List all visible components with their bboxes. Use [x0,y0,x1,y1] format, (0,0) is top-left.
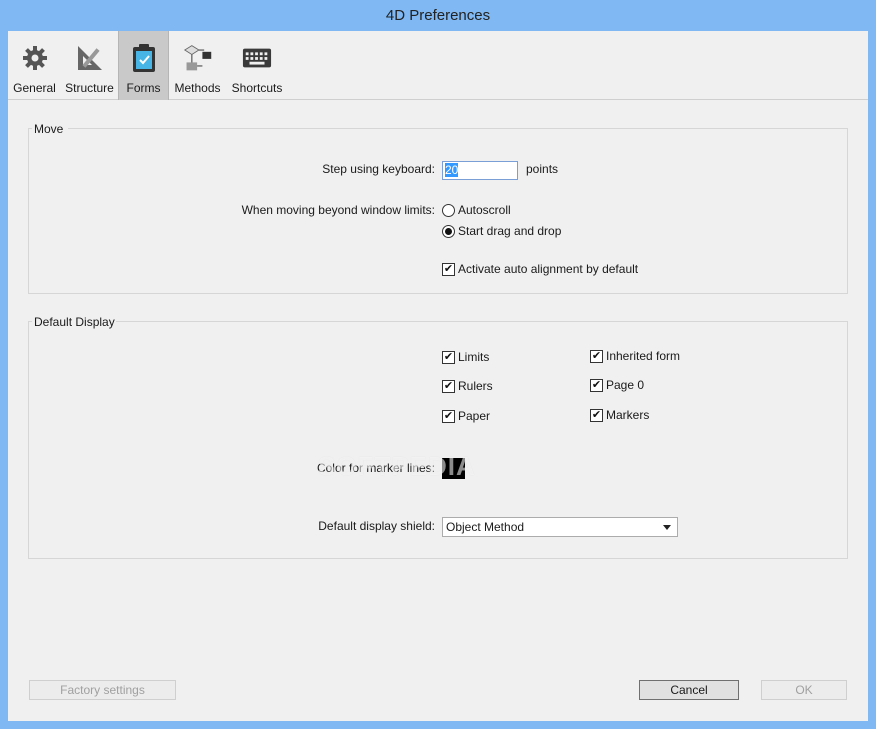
tab-structure-label: Structure [65,81,114,95]
page-0-checkbox[interactable]: ✔ [590,379,603,392]
default-display-line-right [116,321,848,322]
beyond-limits-label: When moving beyond window limits: [241,203,435,217]
auto-align-label[interactable]: Activate auto alignment by default [458,262,638,276]
category-toolbar: General Structure Forms Methods Shortcut… [8,31,868,100]
markers-label[interactable]: Markers [606,408,649,422]
step-keyboard-input[interactable]: 20 [442,161,518,180]
markers-checkbox[interactable]: ✔ [590,409,603,422]
window-client-area: General Structure Forms Methods Shortcut… [8,31,868,721]
inherited-form-label[interactable]: Inherited form [606,349,680,363]
default-display-line-left [28,321,32,322]
chevron-down-icon [663,525,671,530]
factory-settings-button[interactable]: Factory settings [29,680,176,700]
drag-drop-radio[interactable] [442,225,455,238]
display-shield-value: Object Method [446,520,525,534]
autoscroll-label[interactable]: Autoscroll [458,203,511,217]
ok-button[interactable]: OK [761,680,847,700]
clipboard-form-icon [129,43,159,73]
window-titlebar[interactable]: 4D Preferences [0,0,876,31]
default-display-group-box [28,321,848,559]
tab-methods-label: Methods [174,81,221,95]
window-title: 4D Preferences [385,7,491,24]
tab-general[interactable]: General [8,31,61,100]
tab-shortcuts-label: Shortcuts [231,81,283,95]
display-shield-dropdown[interactable]: Object Method [442,517,678,537]
autoscroll-radio[interactable] [442,204,455,217]
move-group-line-left [28,128,32,129]
move-group-line-right [68,128,848,129]
tab-methods[interactable]: Methods [169,31,226,100]
cancel-button[interactable]: Cancel [639,680,739,700]
limits-checkbox[interactable]: ✔ [442,351,455,364]
keyboard-icon [242,43,272,73]
softpedia-watermark: SOFTPEDIA [318,451,476,481]
step-keyboard-value: 20 [445,163,459,177]
paper-checkbox[interactable]: ✔ [442,410,455,423]
step-unit-label: points [526,162,559,176]
gear-icon [20,43,50,73]
flowchart-icon [183,43,213,73]
tab-forms[interactable]: Forms [118,31,169,100]
paper-label[interactable]: Paper [458,409,490,423]
display-shield-label: Default display shield: [318,519,435,533]
drag-drop-label[interactable]: Start drag and drop [458,224,561,238]
step-keyboard-label: Step using keyboard: [322,162,435,176]
preferences-window: 4D Preferences General Structure Forms M… [0,0,876,729]
inherited-form-checkbox[interactable]: ✔ [590,350,603,363]
page-0-label[interactable]: Page 0 [606,378,644,392]
rulers-label[interactable]: Rulers [458,379,493,393]
limits-label[interactable]: Limits [458,350,489,364]
tab-shortcuts[interactable]: Shortcuts [226,31,288,100]
auto-align-checkbox[interactable]: ✔ [442,263,455,276]
tab-forms-label: Forms [126,81,161,95]
tab-structure[interactable]: Structure [61,31,118,100]
structure-ruler-icon [75,43,105,73]
tab-general-label: General [13,81,56,95]
rulers-checkbox[interactable]: ✔ [442,380,455,393]
